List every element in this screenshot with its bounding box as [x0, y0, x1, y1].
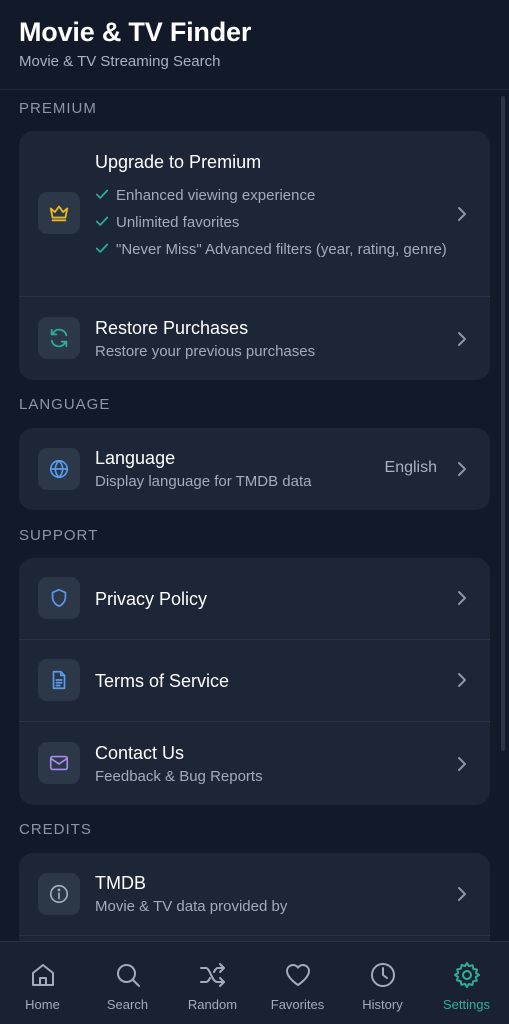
settings-scroll-area[interactable]: PREMIUM Upgrade to Premium Enhanced view… — [0, 90, 509, 941]
section-label-language: LANGUAGE — [19, 396, 111, 413]
terms-of-service-title: Terms of Service — [95, 671, 230, 691]
language-subtitle: Display language for TMDB data — [95, 473, 312, 490]
shield-icon — [38, 577, 80, 619]
section-label-credits: CREDITS — [19, 821, 92, 838]
chevron-right-icon — [458, 332, 466, 346]
app-title: Movie & TV Finder — [19, 17, 252, 47]
tab-label: History — [362, 997, 403, 1012]
home-icon — [31, 964, 54, 986]
refresh-icon — [38, 317, 80, 359]
language-row[interactable]: Language Display language for TMDB data … — [19, 428, 490, 510]
check-icon — [95, 189, 109, 199]
tab-home[interactable]: Home — [0, 942, 85, 1024]
privacy-policy-row[interactable]: Privacy Policy — [19, 558, 490, 639]
support-card: Privacy Policy Terms of Service Contact … — [19, 558, 490, 805]
section-label-premium: PREMIUM — [19, 100, 97, 117]
scrollbar[interactable] — [501, 96, 505, 751]
heart-icon — [285, 964, 310, 986]
language-card: Language Display language for TMDB data … — [19, 428, 490, 510]
terms-of-service-row[interactable]: Terms of Service — [19, 640, 490, 721]
tab-random[interactable]: Random — [170, 942, 255, 1024]
feature-item: Enhanced viewing experience — [95, 186, 447, 205]
language-value: English — [384, 459, 437, 476]
feature-text: Unlimited favorites — [116, 214, 240, 231]
search-icon — [116, 964, 140, 987]
clock-icon — [370, 963, 395, 987]
tab-label: Home — [25, 997, 60, 1012]
globe-icon — [38, 448, 80, 490]
feature-text: "Never Miss" Advanced filters (year, rat… — [116, 241, 447, 258]
tmdb-credit-row[interactable]: TMDB Movie & TV data provided by — [19, 853, 490, 935]
mail-icon — [38, 742, 80, 784]
tab-history[interactable]: History — [340, 942, 425, 1024]
tab-favorites[interactable]: Favorites — [255, 942, 340, 1024]
upgrade-premium-row[interactable]: Upgrade to Premium Enhanced viewing expe… — [19, 131, 490, 296]
contact-us-row[interactable]: Contact Us Feedback & Bug Reports — [19, 722, 490, 805]
document-icon — [38, 659, 80, 701]
chevron-right-icon — [458, 887, 466, 901]
contact-us-subtitle: Feedback & Bug Reports — [95, 768, 263, 785]
chevron-right-icon — [458, 673, 466, 687]
shuffle-icon — [199, 963, 225, 987]
contact-us-title: Contact Us — [95, 743, 185, 763]
credits-card: TMDB Movie & TV data provided by — [19, 853, 490, 941]
chevron-right-icon — [458, 462, 466, 476]
section-label-support: SUPPORT — [19, 527, 99, 544]
restore-purchases-subtitle: Restore your previous purchases — [95, 343, 316, 360]
feature-item: "Never Miss" Advanced filters (year, rat… — [95, 240, 447, 259]
tab-label: Settings — [443, 997, 490, 1012]
tab-search[interactable]: Search — [85, 942, 170, 1024]
crown-icon — [38, 192, 80, 234]
divider — [19, 935, 490, 936]
privacy-policy-title: Privacy Policy — [95, 589, 208, 609]
restore-purchases-title: Restore Purchases — [95, 318, 249, 338]
tmdb-subtitle: Movie & TV data provided by — [95, 898, 288, 915]
tab-label: Random — [187, 997, 238, 1012]
chevron-right-icon — [458, 207, 466, 221]
upgrade-premium-title: Upgrade to Premium — [95, 152, 262, 172]
feature-item: Unlimited favorites — [95, 213, 447, 232]
chevron-right-icon — [458, 757, 466, 771]
check-icon — [95, 243, 109, 253]
tab-label: Search — [106, 997, 149, 1012]
check-icon — [95, 216, 109, 226]
bottom-tab-bar: Home Search Random Favorites History Set… — [0, 941, 509, 1024]
tab-label: Favorites — [270, 997, 325, 1012]
language-title: Language — [95, 448, 176, 468]
tmdb-title: TMDB — [95, 873, 146, 893]
chevron-right-icon — [458, 591, 466, 605]
restore-purchases-row[interactable]: Restore Purchases Restore your previous … — [19, 297, 490, 380]
feature-text: Enhanced viewing experience — [116, 187, 316, 204]
info-icon — [38, 873, 80, 915]
app-header: Movie & TV Finder Movie & TV Streaming S… — [0, 0, 509, 90]
gear-icon — [453, 962, 480, 988]
tab-settings[interactable]: Settings — [424, 942, 509, 1024]
settings-screen: Movie & TV Finder Movie & TV Streaming S… — [0, 0, 509, 1024]
premium-card: Upgrade to Premium Enhanced viewing expe… — [19, 131, 490, 380]
app-subtitle: Movie & TV Streaming Search — [19, 53, 221, 70]
